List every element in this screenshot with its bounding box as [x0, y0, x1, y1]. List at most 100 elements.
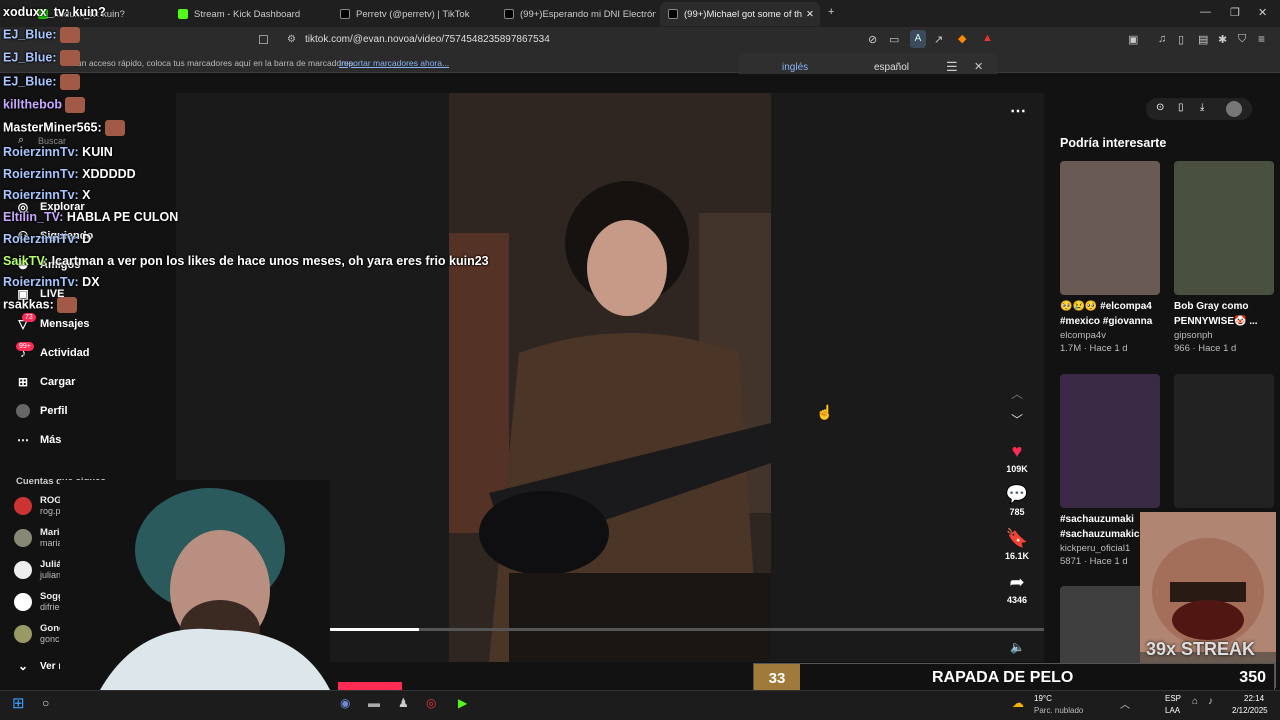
chat-username[interactable]: RoierzinnTv:	[3, 275, 79, 289]
kick-app-icon[interactable]: ▶	[458, 696, 467, 710]
suggestion-card[interactable]: Bob Gray como PENNYWISE🤡 ... gipsonph 966 …	[1174, 161, 1274, 354]
bookmark-button[interactable]: 🔖 16.1K	[997, 528, 1037, 561]
lang-english-tab[interactable]: inglés	[782, 62, 808, 73]
no-tracking-icon[interactable]: ⊘	[868, 33, 877, 46]
chat-message: RoierzinnTv: D	[3, 232, 91, 246]
chat-message: xoduxx_tv: kuin?	[3, 5, 106, 19]
app-icon[interactable]: ♟	[398, 696, 409, 710]
discord-icon[interactable]: ◉	[340, 696, 350, 710]
streak-label: 39x STREAK	[1146, 639, 1256, 659]
comment-button[interactable]: 💬 785	[997, 484, 1037, 517]
download-icon[interactable]: ⤓	[1200, 102, 1204, 113]
chat-username[interactable]: xoduxx_tv:	[3, 5, 69, 19]
chat-username[interactable]: RoierzinnTv:	[3, 188, 79, 202]
chat-username[interactable]: RoierzinnTv:	[3, 167, 79, 181]
suggestion-card[interactable]: 🥺😢🥺 #elcompa4 #mexico #giovanna elcompa4v…	[1060, 161, 1160, 354]
like-button[interactable]: ♥ 109K	[997, 441, 1037, 474]
menu-icon[interactable]: ≡	[1258, 32, 1265, 46]
chat-message: killthebob	[3, 97, 86, 113]
phone-icon[interactable]: ▯	[1178, 102, 1184, 113]
brave-shield-icon[interactable]: ◆	[958, 32, 966, 45]
speaker-icon[interactable]: ♪	[1208, 696, 1213, 707]
card-thumbnail	[1060, 374, 1160, 508]
chat-username[interactable]: MasterMiner565:	[3, 120, 102, 134]
extensions-icon[interactable]: ✱	[1218, 33, 1227, 46]
lang-indicator[interactable]: ESP	[1165, 694, 1181, 703]
chat-text: HABLA PE CULON	[63, 210, 179, 224]
panel-icon[interactable]: ▯	[1178, 33, 1184, 46]
sidebar-item-label: Perfil	[40, 405, 68, 417]
sidebar-item-mas[interactable]: ⋯ Más	[16, 433, 61, 447]
close-window-icon[interactable]: ✕	[1258, 6, 1267, 19]
video-more-icon[interactable]: ⋯	[1010, 101, 1026, 121]
tray-chevron-icon[interactable]: ︿	[1120, 696, 1130, 711]
next-video-icon[interactable]: ﹀	[1011, 411, 1023, 428]
music-icon[interactable]: ♫	[1158, 33, 1166, 45]
weather-desc: Parc. nublado	[1034, 706, 1084, 715]
chat-username[interactable]: killthebob	[3, 97, 62, 111]
screen-icon[interactable]: ▭	[889, 33, 899, 46]
wallet-icon[interactable]: ▤	[1198, 33, 1208, 46]
maximize-icon[interactable]: ❐	[1230, 6, 1240, 19]
webcam-frame	[60, 480, 330, 690]
sidebar-item-label: Cargar	[40, 376, 76, 388]
emote-icon	[59, 74, 80, 90]
tab-title: (99+)Michael got some of th	[684, 8, 803, 20]
browser-icon[interactable]: ◎	[426, 696, 436, 710]
prev-video-icon[interactable]: ︿	[1011, 385, 1023, 402]
share-button[interactable]: ➦ 4346	[997, 572, 1037, 605]
translate-menu-icon[interactable]: ☰	[946, 59, 958, 75]
lang-spanish-tab[interactable]: español	[874, 62, 909, 73]
new-tab-icon[interactable]: +	[828, 6, 834, 18]
chat-message: RoierzinnTv: KUIN	[3, 145, 113, 159]
stream-chat-overlay: xoduxx_tv: kuin? EJ_Blue: EJ_Blue: EJ_Blue:…	[0, 0, 520, 320]
sidebar-toggle-icon[interactable]: ▣	[1128, 33, 1138, 46]
tiktok-icon	[668, 9, 678, 19]
sidebar-item-label: Más	[40, 434, 62, 446]
volume-icon[interactable]: 🔈	[1010, 640, 1025, 654]
minimize-icon[interactable]: —	[1200, 6, 1211, 18]
chat-username[interactable]: Eltilin_TV:	[3, 210, 63, 224]
share-icon: ➦	[1009, 572, 1025, 592]
chat-username[interactable]: rsakkas:	[3, 297, 54, 311]
tab-3[interactable]: (99+)Esperando mi DNI Electrónico c	[496, 2, 656, 26]
lang-indicator-sub: LAA	[1165, 706, 1181, 715]
streak-overlay: 39x STREAK	[1140, 512, 1276, 688]
card-author: elcompa4v	[1060, 330, 1106, 341]
app-icon[interactable]: ▬	[368, 696, 380, 710]
suggestion-card[interactable]	[1174, 374, 1274, 508]
emote-icon	[59, 27, 80, 43]
chat-username[interactable]: EJ_Blue:	[3, 74, 57, 88]
vpn-icon[interactable]: ⛉	[1238, 33, 1246, 46]
windows-start-icon[interactable]: ⊞	[12, 694, 25, 712]
chat-username[interactable]: EJ_Blue:	[3, 50, 57, 64]
profile-avatar-icon[interactable]	[1226, 101, 1242, 117]
emote-icon	[104, 120, 125, 136]
chat-username[interactable]: SaikTV:	[3, 254, 48, 268]
chat-username[interactable]: RoierzinnTv:	[3, 232, 79, 246]
chat-text: D	[78, 232, 92, 246]
windows-taskbar: ⊞ ○ ◉ ▬ ♟ ◎ ▶ ☁ 19°C Parc. nublado ︿ ESP…	[0, 690, 1280, 720]
chat-username[interactable]: RoierzinnTv:	[3, 145, 79, 159]
share-page-icon[interactable]: ↗	[934, 33, 943, 46]
chat-text: XDDDDD	[78, 167, 136, 181]
tab-title: (99+)Esperando mi DNI Electrónico c	[520, 8, 656, 20]
translate-icon[interactable]: A	[910, 30, 926, 48]
chat-text: Icartman a ver pon los likes de hace uno…	[48, 254, 489, 268]
sidebar-item-perfil[interactable]: Perfil	[16, 404, 68, 418]
close-tab-icon[interactable]: ✕	[806, 9, 814, 20]
chat-message: RoierzinnTv: X	[3, 188, 91, 202]
pin-icon[interactable]: ⊙	[1156, 102, 1164, 113]
tab-4-active[interactable]: (99+)Michael got some of th ✕	[660, 2, 820, 26]
clock-time[interactable]: 22:14	[1244, 694, 1264, 703]
emote-icon	[59, 50, 80, 66]
translate-close-icon[interactable]: ✕	[974, 60, 983, 73]
search-taskbar-icon[interactable]: ○	[42, 696, 49, 710]
rewards-icon[interactable]: ▲	[982, 32, 993, 44]
network-icon[interactable]: ⌂	[1192, 696, 1198, 707]
activity-badge: 99+	[16, 342, 34, 351]
bookmark-count: 16.1K	[1004, 551, 1030, 561]
chat-username[interactable]: EJ_Blue:	[3, 27, 57, 41]
sidebar-item-cargar[interactable]: ⊞ Cargar	[16, 375, 76, 389]
challenge-bar: 33 RAPADA DE PELO 350	[753, 663, 1275, 693]
